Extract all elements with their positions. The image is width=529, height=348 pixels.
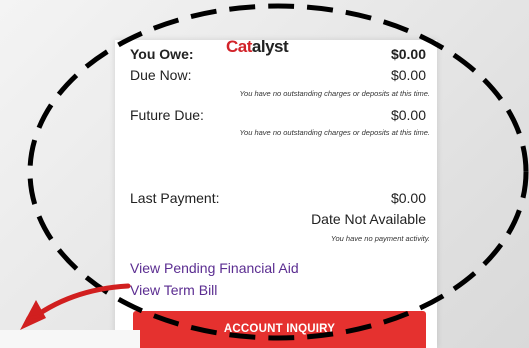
red-arrow-icon bbox=[20, 283, 131, 330]
annotation-overlay bbox=[20, 3, 529, 341]
